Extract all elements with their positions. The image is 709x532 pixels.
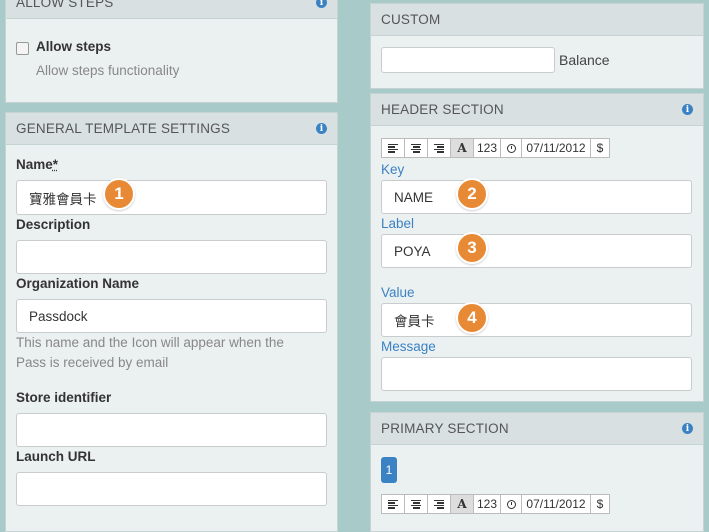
store-identifier-label: Store identifier [16,390,112,405]
header-section-header: HEADER SECTION i [371,94,703,126]
align-left-icon[interactable] [381,138,405,158]
balance-label: Balance [559,52,610,68]
step-badge-1: 1 [103,178,135,210]
primary-format-toolbar: A 123 07/11/2012 $ [381,494,610,514]
general-settings-header: GENERAL TEMPLATE SETTINGS i [6,113,337,145]
name-label: Name* [16,157,59,172]
info-icon[interactable]: i [316,123,327,134]
align-left-icon[interactable] [381,494,405,514]
custom-title: CUSTOM [381,12,441,27]
header-format-toolbar: A 123 07/11/2012 $ [381,138,610,158]
currency-format-button[interactable]: $ [590,494,610,514]
organization-name-field[interactable]: Passdock [16,299,327,333]
allow-steps-header: ALLOW STEPS i [6,0,337,19]
allow-steps-help: Allow steps functionality [36,63,180,78]
store-identifier-field[interactable] [16,413,327,447]
date-format-button[interactable]: 07/11/2012 [521,494,591,514]
align-center-icon[interactable] [404,138,428,158]
clock-icon [506,499,516,509]
key-label: Key [381,162,405,177]
general-settings-title: GENERAL TEMPLATE SETTINGS [16,121,231,136]
number-format-button[interactable]: 123 [473,494,501,514]
step-badge-4: 4 [456,302,488,334]
message-field[interactable] [381,357,692,391]
organization-name-label: Organization Name [16,276,140,291]
clock-icon [506,143,516,153]
launch-url-field[interactable] [16,472,327,506]
primary-section-panel: PRIMARY SECTION i [370,412,704,532]
time-format-button[interactable] [500,138,522,158]
key-field[interactable]: NAME [381,180,692,214]
custom-header: CUSTOM [371,4,703,36]
info-icon[interactable]: i [682,104,693,115]
align-right-icon[interactable] [427,494,451,514]
description-label: Description [16,217,91,232]
header-section-title: HEADER SECTION [381,102,504,117]
description-field[interactable] [16,240,327,274]
step-badge-2: 2 [456,178,488,210]
allow-steps-checkbox-label[interactable]: Allow steps [36,39,111,54]
label-field[interactable]: POYA [381,234,692,268]
allow-steps-title: ALLOW STEPS [16,0,114,10]
currency-format-button[interactable]: $ [590,138,610,158]
name-field[interactable]: 寶雅會員卡 [16,180,327,215]
launch-url-label: Launch URL [16,449,96,464]
step-badge-3: 3 [456,232,488,264]
label-label: Label [381,216,415,231]
allow-steps-checkbox[interactable] [16,42,29,55]
font-icon[interactable]: A [450,494,474,514]
allow-steps-panel: ALLOW STEPS i Allow steps Allow steps fu… [5,0,338,103]
organization-name-help: This name and the Icon will appear when … [16,335,284,370]
required-asterisk: * [52,157,59,172]
value-field[interactable]: 會員卡 [381,303,692,337]
date-format-button[interactable]: 07/11/2012 [521,138,591,158]
primary-section-title: PRIMARY SECTION [381,421,509,436]
info-icon[interactable]: i [316,0,327,8]
number-format-button[interactable]: 123 [473,138,501,158]
align-right-icon[interactable] [427,138,451,158]
custom-panel: CUSTOM [370,3,704,89]
value-label: Value [381,285,415,300]
font-icon[interactable]: A [450,138,474,158]
primary-section-header: PRIMARY SECTION i [371,413,703,445]
primary-tab-1[interactable]: 1 [381,457,397,483]
custom-balance-input[interactable] [381,47,555,73]
info-icon[interactable]: i [682,423,693,434]
time-format-button[interactable] [500,494,522,514]
message-label: Message [381,339,436,354]
align-center-icon[interactable] [404,494,428,514]
